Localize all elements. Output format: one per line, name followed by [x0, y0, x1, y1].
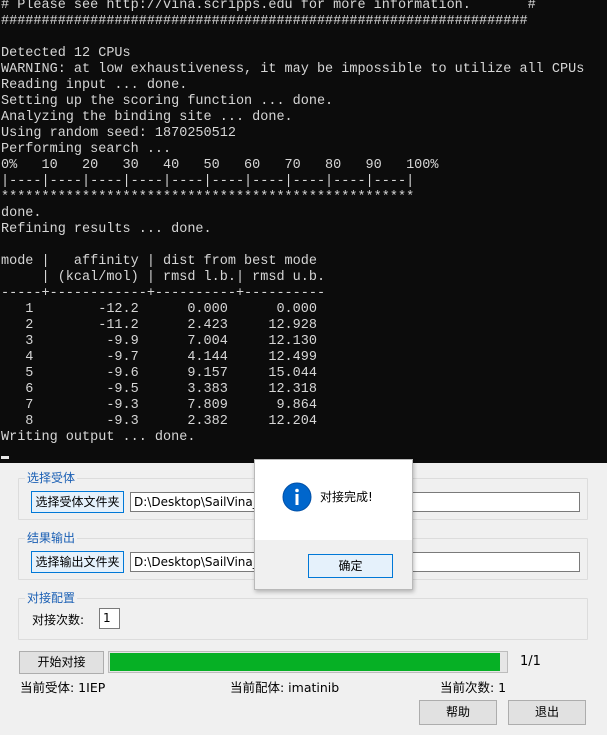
exit-button[interactable]: 退出 [508, 700, 586, 725]
docking-progress-fill [110, 653, 500, 671]
current-count-status: 当前次数: 1 [440, 680, 507, 695]
dialog-ok-button[interactable]: 确定 [308, 554, 393, 578]
console-text: # Please see http://vina.scripps.edu for… [1, 0, 585, 445]
console-cursor [1, 456, 9, 459]
info-icon [282, 482, 312, 512]
select-output-folder-button[interactable]: 选择输出文件夹 [31, 551, 124, 573]
app-window: # Please see http://vina.scripps.edu for… [0, 0, 607, 735]
help-button[interactable]: 帮助 [419, 700, 497, 725]
select-receptor-folder-button[interactable]: 选择受体文件夹 [31, 491, 124, 513]
docking-count-input[interactable]: 1 [99, 608, 120, 629]
docking-config-group-label: 对接配置 [25, 590, 78, 606]
output-group-label: 结果输出 [25, 530, 78, 546]
receptor-group-label: 选择受体 [25, 470, 78, 486]
dialog-message: 对接完成! [320, 490, 373, 504]
docking-progress-bar [108, 651, 508, 673]
current-receptor-status: 当前受体: 1IEP [20, 680, 106, 695]
console-output[interactable]: # Please see http://vina.scripps.edu for… [0, 0, 607, 463]
docking-complete-dialog: 对接完成! 确定 [254, 459, 413, 590]
current-ligand-status: 当前配体: imatinib [230, 680, 340, 695]
dialog-content: 对接完成! [255, 460, 412, 540]
progress-count-text: 1/1 [520, 654, 541, 669]
start-docking-button[interactable]: 开始对接 [19, 651, 104, 674]
docking-count-label: 对接次数: [32, 613, 85, 627]
